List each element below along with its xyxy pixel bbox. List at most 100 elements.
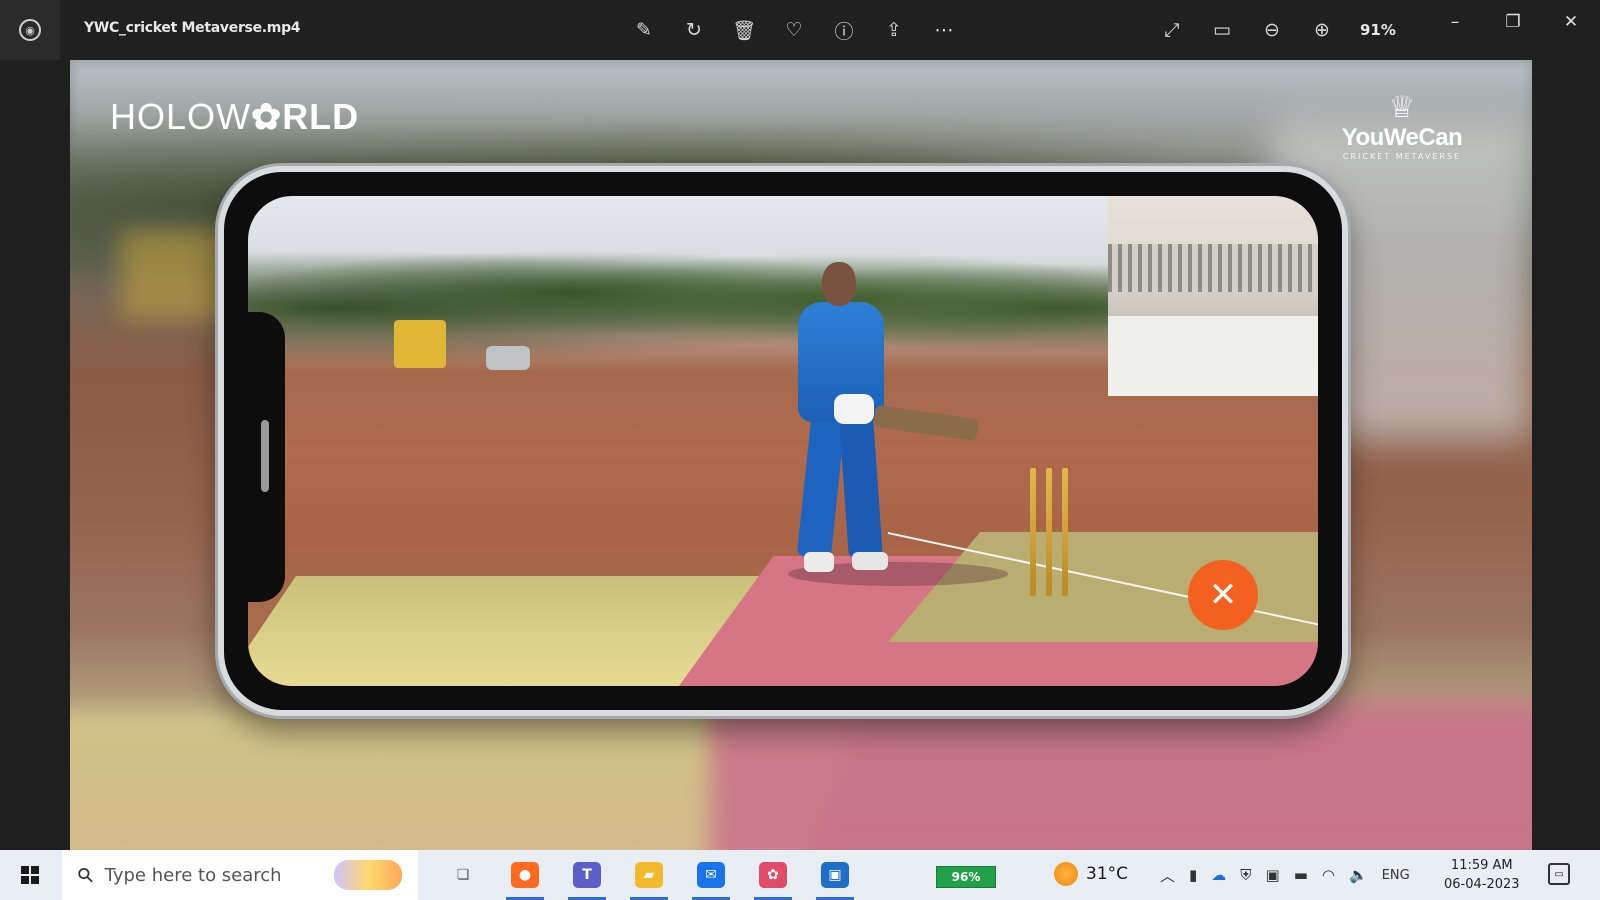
zoom-in-icon: ⊕: [1314, 19, 1330, 41]
youwecan-tagline: CRICKET METAVERSE: [1342, 152, 1462, 161]
info-button[interactable]: ⓘ: [828, 14, 860, 46]
weather-widget[interactable]: 31°C: [1054, 862, 1128, 886]
avatar-gloves: [834, 394, 874, 424]
usb-icon[interactable]: ▮: [1189, 866, 1197, 884]
stump: [1062, 468, 1068, 596]
car: [486, 346, 530, 370]
zoom-level[interactable]: 91%: [1360, 21, 1396, 39]
search-highlight-icon: [334, 860, 402, 890]
rotate-button[interactable]: ↻: [678, 14, 710, 46]
notification-icon[interactable]: ▭: [1548, 863, 1570, 885]
building: [1108, 196, 1318, 396]
taskbar-app-task-view[interactable]: ❏: [432, 850, 494, 900]
avatar-shoe: [852, 552, 888, 570]
taskbar-app-photos[interactable]: ▣: [804, 850, 866, 900]
avatar-leg: [796, 416, 846, 560]
taskbar-app-firefox[interactable]: ●: [494, 850, 556, 900]
stumps: [1028, 468, 1072, 596]
youwecan-name: YouWeCan: [1341, 124, 1463, 151]
delete-icon: 🗑: [731, 19, 757, 42]
teams-icon: T: [573, 862, 601, 888]
phone-notch: [241, 312, 285, 602]
close-button[interactable]: ✕: [1542, 0, 1600, 44]
notch-bar: [261, 420, 269, 492]
onedrive-icon[interactable]: ☁: [1211, 866, 1226, 884]
system-tray: ︿ ▮ ☁ ⛨ ▣ ▬ ◠ 🔈 ENG: [1160, 850, 1410, 900]
sun-icon: [1054, 862, 1078, 886]
taskbar-app-file-explorer[interactable]: ▰: [618, 850, 680, 900]
stump: [1046, 468, 1052, 596]
clock-date: 06-04-2023: [1444, 877, 1520, 892]
share-button[interactable]: ⇪: [878, 14, 910, 46]
ar-close-button[interactable]: ✕: [1188, 560, 1258, 630]
avatar-head: [822, 262, 856, 306]
fullscreen-button[interactable]: ⤢: [1156, 14, 1188, 46]
language-indicator[interactable]: ENG: [1382, 868, 1410, 883]
photos-icon: ▣: [821, 862, 849, 888]
file-title: YWC_cricket Metaverse.mp4: [84, 20, 301, 36]
trees: [248, 218, 1168, 368]
rotate-icon: ↻: [686, 19, 702, 41]
media-app-icon: ◉: [19, 19, 41, 41]
taskbar-app-app[interactable]: ✿: [742, 850, 804, 900]
fullscreen-icon: ⤢: [1164, 19, 1180, 41]
share-icon: ⇪: [886, 19, 902, 41]
restore-button[interactable]: ❐: [1484, 0, 1542, 44]
phone-mockup: ✕: [218, 166, 1348, 716]
video-frame[interactable]: HOLOW✿RLD ♕ YouWeCan CRICKET METAVERSE ✕: [70, 60, 1532, 850]
logo-text-light: HOLOW: [110, 96, 252, 137]
youwecan-logo: ♕ YouWeCan CRICKET METAVERSE: [1332, 90, 1472, 162]
app-icon: ✿: [759, 862, 787, 888]
view-toolbar: ⤢ ▭ ⊖ ⊕ 91%: [1156, 14, 1396, 46]
edit-image-icon: ✎: [636, 19, 652, 41]
taskbar-app-teams[interactable]: T: [556, 850, 618, 900]
mail-icon: ✉: [697, 862, 725, 888]
defender-icon[interactable]: ⛨: [1240, 866, 1251, 884]
display-icon[interactable]: ▣: [1266, 866, 1280, 884]
logo-text-bold: RLD: [282, 96, 360, 137]
show-hidden-icons-icon[interactable]: ︿: [1160, 865, 1175, 886]
zoom-out-button[interactable]: ⊖: [1256, 14, 1288, 46]
temperature: 31°C: [1086, 864, 1129, 884]
avatar-shoe: [804, 552, 834, 572]
network-icon[interactable]: ▬: [1294, 866, 1308, 884]
fit-view-icon: ▭: [1213, 19, 1231, 41]
toolbar: ✎ ↻ 🗑 ♡ ⓘ ⇪ ⋯: [628, 14, 960, 46]
fit-view-button[interactable]: ▭: [1206, 14, 1238, 46]
pinned-apps: ❏ ● T ▰ ✉ ✿ ▣: [432, 850, 866, 900]
logo-symbol-icon: ✿: [251, 96, 283, 137]
zoom-out-icon: ⊖: [1264, 19, 1280, 41]
avatar-leg: [839, 416, 883, 560]
start-button[interactable]: [0, 850, 60, 900]
wifi-icon[interactable]: ◠: [1322, 866, 1335, 884]
batsman-avatar: [748, 262, 1008, 622]
zoom-in-button[interactable]: ⊕: [1306, 14, 1338, 46]
phone-screen: ✕: [248, 196, 1318, 686]
volume-icon[interactable]: 🔈: [1349, 866, 1368, 884]
app-menu-button[interactable]: ◉: [0, 0, 60, 60]
minimize-button[interactable]: –: [1426, 0, 1484, 44]
window-controls: – ❐ ✕: [1426, 0, 1600, 44]
search-icon: ⚲: [71, 861, 99, 889]
title-bar: ◉ YWC_cricket Metaverse.mp4 ✎ ↻ 🗑 ♡ ⓘ ⇪ ⋯ ⤢ ▭ ⊖ ⊕…: [0, 0, 1600, 60]
edit-image-button[interactable]: ✎: [628, 14, 660, 46]
more-icon: ⋯: [934, 19, 954, 41]
background-pitch-pink: [710, 700, 1532, 850]
favorite-button[interactable]: ♡: [778, 14, 810, 46]
stump: [1030, 468, 1036, 596]
clock-time: 11:59 AM: [1450, 858, 1513, 873]
taskbar-app-mail[interactable]: ✉: [680, 850, 742, 900]
delete-button[interactable]: 🗑: [728, 14, 760, 46]
search-input[interactable]: Type here to search: [105, 865, 282, 886]
favorite-icon: ♡: [785, 19, 803, 41]
cricket-bat: [872, 404, 980, 442]
more-button[interactable]: ⋯: [928, 14, 960, 46]
crown-icon: ♕: [1388, 90, 1416, 125]
holoworld-logo: HOLOW✿RLD: [110, 96, 359, 138]
battery-indicator[interactable]: 96%: [936, 866, 996, 888]
clock[interactable]: 11:59 AM 06-04-2023: [1444, 856, 1520, 894]
taskbar: ⚲ Type here to search ❏ ● T ▰ ✉ ✿ ▣ 96% 31°C ︿…: [0, 850, 1600, 900]
bus: [394, 320, 446, 368]
taskbar-search[interactable]: ⚲ Type here to search: [62, 850, 418, 900]
firefox-icon: ●: [511, 862, 539, 888]
